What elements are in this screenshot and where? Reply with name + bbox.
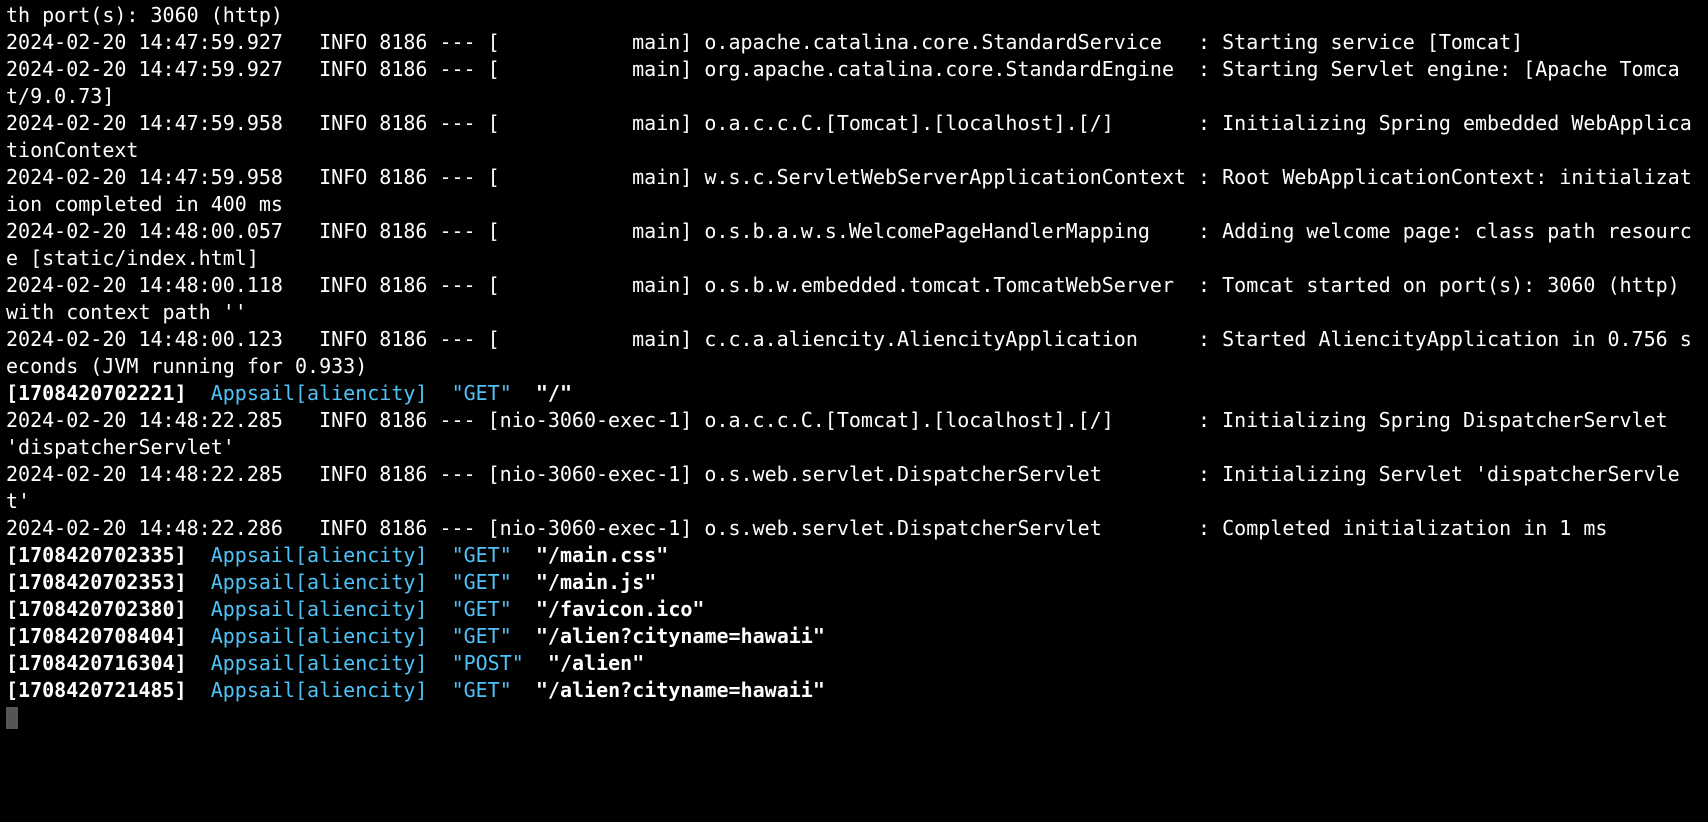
log-line: 2024-02-20 14:48:22.286 INFO 8186 --- [n… (6, 516, 1607, 540)
terminal-cursor (6, 707, 18, 729)
terminal-output[interactable]: th port(s): 3060 (http) 2024-02-20 14:47… (0, 0, 1708, 733)
log-line: 2024-02-20 14:48:00.118 INFO 8186 --- [ … (6, 273, 1692, 324)
access-log-line: [1708420702221] Appsail[aliencity] "GET"… (6, 381, 572, 405)
log-line: 2024-02-20 14:48:00.123 INFO 8186 --- [ … (6, 327, 1692, 378)
access-log-line: [1708420702335] Appsail[aliencity] "GET"… (6, 543, 668, 567)
log-line: 2024-02-20 14:47:59.927 INFO 8186 --- [ … (6, 30, 1523, 54)
log-line: 2024-02-20 14:47:59.927 INFO 8186 --- [ … (6, 57, 1680, 108)
log-line: 2024-02-20 14:48:00.057 INFO 8186 --- [ … (6, 219, 1692, 270)
log-line: 2024-02-20 14:48:22.285 INFO 8186 --- [n… (6, 408, 1680, 459)
access-log-line: [1708420708404] Appsail[aliencity] "GET"… (6, 624, 825, 648)
access-log-line: [1708420721485] Appsail[aliencity] "GET"… (6, 678, 825, 702)
access-log-line: [1708420716304] Appsail[aliencity] "POST… (6, 651, 644, 675)
log-line: th port(s): 3060 (http) (6, 3, 283, 27)
log-line: 2024-02-20 14:47:59.958 INFO 8186 --- [ … (6, 165, 1692, 216)
log-line: 2024-02-20 14:48:22.285 INFO 8186 --- [n… (6, 462, 1680, 513)
log-line: 2024-02-20 14:47:59.958 INFO 8186 --- [ … (6, 111, 1692, 162)
access-log-line: [1708420702380] Appsail[aliencity] "GET"… (6, 597, 704, 621)
access-log-line: [1708420702353] Appsail[aliencity] "GET"… (6, 570, 656, 594)
